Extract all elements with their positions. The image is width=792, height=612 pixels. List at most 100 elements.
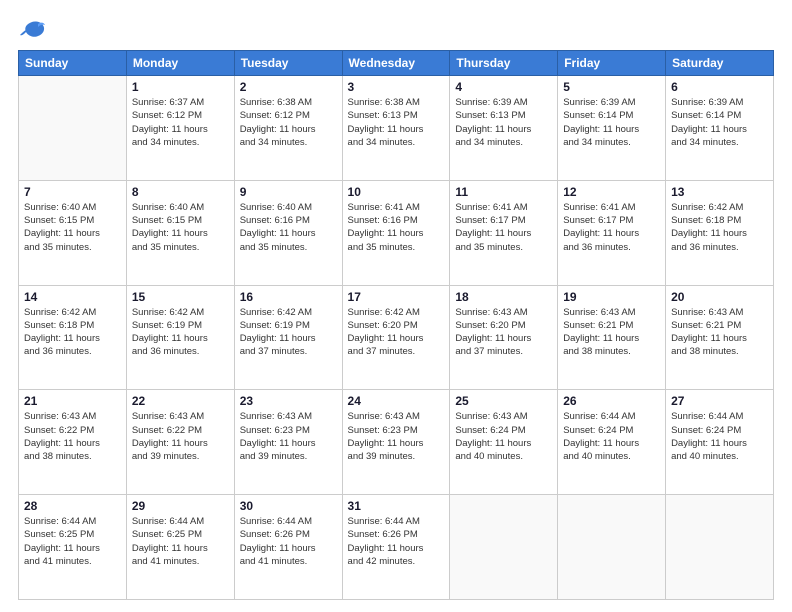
calendar-cell: 2 Sunrise: 6:38 AM Sunset: 6:12 PM Daylig…	[234, 76, 342, 181]
calendar-cell: 11 Sunrise: 6:41 AM Sunset: 6:17 PM Dayli…	[450, 180, 558, 285]
day-info: Sunrise: 6:42 AM Sunset: 6:19 PM Dayligh…	[240, 306, 337, 359]
day-number: 14	[24, 290, 121, 304]
day-number: 6	[671, 80, 768, 94]
day-info: Sunrise: 6:40 AM Sunset: 6:15 PM Dayligh…	[24, 201, 121, 254]
day-number: 19	[563, 290, 660, 304]
calendar-day-header: Monday	[126, 51, 234, 76]
calendar-cell	[19, 76, 127, 181]
calendar-cell	[666, 495, 774, 600]
day-number: 2	[240, 80, 337, 94]
day-number: 7	[24, 185, 121, 199]
calendar-day-header: Tuesday	[234, 51, 342, 76]
calendar-cell: 10Sunrise: 6:41 AM Sunset: 6:16 PM Dayli…	[342, 180, 450, 285]
calendar-cell: 29Sunrise: 6:44 AM Sunset: 6:25 PM Dayli…	[126, 495, 234, 600]
calendar-cell: 25 Sunrise: 6:43 AM Sunset: 6:24 PM Dayli…	[450, 390, 558, 495]
day-number: 25	[455, 394, 552, 408]
day-info: Sunrise: 6:39 AM Sunset: 6:14 PM Dayligh…	[671, 96, 768, 149]
calendar-cell: 21 Sunrise: 6:43 AM Sunset: 6:22 PM Dayli…	[19, 390, 127, 495]
day-info: Sunrise: 6:44 AM Sunset: 6:25 PM Dayligh…	[24, 515, 121, 568]
day-number: 9	[240, 185, 337, 199]
calendar-cell: 23 Sunrise: 6:43 AM Sunset: 6:23 PM Dayli…	[234, 390, 342, 495]
day-info: Sunrise: 6:38 AM Sunset: 6:12 PM Dayligh…	[240, 96, 337, 149]
calendar-day-header: Saturday	[666, 51, 774, 76]
day-number: 26	[563, 394, 660, 408]
day-number: 5	[563, 80, 660, 94]
calendar-cell: 14 Sunrise: 6:42 AM Sunset: 6:18 PM Dayli…	[19, 285, 127, 390]
calendar-cell: 8 Sunrise: 6:40 AM Sunset: 6:15 PM Daylig…	[126, 180, 234, 285]
logo-icon	[18, 18, 46, 40]
day-number: 30	[240, 499, 337, 513]
calendar-cell: 3 Sunrise: 6:38 AM Sunset: 6:13 PM Daylig…	[342, 76, 450, 181]
calendar-cell: 28 Sunrise: 6:44 AM Sunset: 6:25 PM Dayli…	[19, 495, 127, 600]
day-number: 8	[132, 185, 229, 199]
calendar-week-row: 1 Sunrise: 6:37 AM Sunset: 6:12 PM Daylig…	[19, 76, 774, 181]
header	[18, 18, 774, 40]
day-info: Sunrise: 6:43 AM Sunset: 6:21 PM Dayligh…	[563, 306, 660, 359]
calendar-cell: 6 Sunrise: 6:39 AM Sunset: 6:14 PM Daylig…	[666, 76, 774, 181]
day-info: Sunrise: 6:43 AM Sunset: 6:22 PM Dayligh…	[132, 410, 229, 463]
calendar-cell: 15Sunrise: 6:42 AM Sunset: 6:19 PM Dayli…	[126, 285, 234, 390]
day-info: Sunrise: 6:42 AM Sunset: 6:18 PM Dayligh…	[671, 201, 768, 254]
day-number: 18	[455, 290, 552, 304]
day-info: Sunrise: 6:42 AM Sunset: 6:20 PM Dayligh…	[348, 306, 445, 359]
day-number: 24	[348, 394, 445, 408]
calendar-table: SundayMondayTuesdayWednesdayThursdayFrid…	[18, 50, 774, 600]
day-info: Sunrise: 6:43 AM Sunset: 6:20 PM Dayligh…	[455, 306, 552, 359]
day-info: Sunrise: 6:43 AM Sunset: 6:23 PM Dayligh…	[348, 410, 445, 463]
day-info: Sunrise: 6:43 AM Sunset: 6:24 PM Dayligh…	[455, 410, 552, 463]
calendar-day-header: Friday	[558, 51, 666, 76]
calendar-day-header: Sunday	[19, 51, 127, 76]
calendar-week-row: 21 Sunrise: 6:43 AM Sunset: 6:22 PM Dayli…	[19, 390, 774, 495]
day-number: 23	[240, 394, 337, 408]
day-number: 15	[132, 290, 229, 304]
day-number: 13	[671, 185, 768, 199]
calendar-cell: 7 Sunrise: 6:40 AM Sunset: 6:15 PM Daylig…	[19, 180, 127, 285]
calendar-cell: 16 Sunrise: 6:42 AM Sunset: 6:19 PM Dayli…	[234, 285, 342, 390]
day-info: Sunrise: 6:44 AM Sunset: 6:25 PM Dayligh…	[132, 515, 229, 568]
logo	[18, 18, 48, 40]
calendar-cell: 17Sunrise: 6:42 AM Sunset: 6:20 PM Dayli…	[342, 285, 450, 390]
calendar-cell: 9 Sunrise: 6:40 AM Sunset: 6:16 PM Daylig…	[234, 180, 342, 285]
day-number: 31	[348, 499, 445, 513]
day-info: Sunrise: 6:41 AM Sunset: 6:17 PM Dayligh…	[455, 201, 552, 254]
day-info: Sunrise: 6:43 AM Sunset: 6:23 PM Dayligh…	[240, 410, 337, 463]
day-number: 1	[132, 80, 229, 94]
day-info: Sunrise: 6:41 AM Sunset: 6:17 PM Dayligh…	[563, 201, 660, 254]
day-number: 20	[671, 290, 768, 304]
calendar-week-row: 28 Sunrise: 6:44 AM Sunset: 6:25 PM Dayli…	[19, 495, 774, 600]
calendar-cell: 20 Sunrise: 6:43 AM Sunset: 6:21 PM Dayli…	[666, 285, 774, 390]
day-info: Sunrise: 6:39 AM Sunset: 6:13 PM Dayligh…	[455, 96, 552, 149]
calendar-cell: 31Sunrise: 6:44 AM Sunset: 6:26 PM Dayli…	[342, 495, 450, 600]
day-info: Sunrise: 6:38 AM Sunset: 6:13 PM Dayligh…	[348, 96, 445, 149]
day-info: Sunrise: 6:43 AM Sunset: 6:21 PM Dayligh…	[671, 306, 768, 359]
day-info: Sunrise: 6:44 AM Sunset: 6:24 PM Dayligh…	[563, 410, 660, 463]
calendar-cell: 26 Sunrise: 6:44 AM Sunset: 6:24 PM Dayli…	[558, 390, 666, 495]
calendar-day-header: Wednesday	[342, 51, 450, 76]
day-number: 10	[348, 185, 445, 199]
calendar-cell: 24 Sunrise: 6:43 AM Sunset: 6:23 PM Dayli…	[342, 390, 450, 495]
calendar-cell: 19 Sunrise: 6:43 AM Sunset: 6:21 PM Dayli…	[558, 285, 666, 390]
calendar-cell: 27Sunrise: 6:44 AM Sunset: 6:24 PM Dayli…	[666, 390, 774, 495]
calendar-cell: 13 Sunrise: 6:42 AM Sunset: 6:18 PM Dayli…	[666, 180, 774, 285]
calendar-cell: 18 Sunrise: 6:43 AM Sunset: 6:20 PM Dayli…	[450, 285, 558, 390]
calendar-cell: 1 Sunrise: 6:37 AM Sunset: 6:12 PM Daylig…	[126, 76, 234, 181]
day-number: 3	[348, 80, 445, 94]
day-info: Sunrise: 6:42 AM Sunset: 6:18 PM Dayligh…	[24, 306, 121, 359]
calendar-cell	[558, 495, 666, 600]
day-info: Sunrise: 6:40 AM Sunset: 6:15 PM Dayligh…	[132, 201, 229, 254]
day-number: 4	[455, 80, 552, 94]
page: SundayMondayTuesdayWednesdayThursdayFrid…	[0, 0, 792, 612]
calendar-week-row: 14 Sunrise: 6:42 AM Sunset: 6:18 PM Dayli…	[19, 285, 774, 390]
day-info: Sunrise: 6:37 AM Sunset: 6:12 PM Dayligh…	[132, 96, 229, 149]
day-number: 16	[240, 290, 337, 304]
day-number: 11	[455, 185, 552, 199]
day-number: 28	[24, 499, 121, 513]
calendar-cell: 30 Sunrise: 6:44 AM Sunset: 6:26 PM Dayli…	[234, 495, 342, 600]
day-number: 21	[24, 394, 121, 408]
day-info: Sunrise: 6:40 AM Sunset: 6:16 PM Dayligh…	[240, 201, 337, 254]
day-info: Sunrise: 6:44 AM Sunset: 6:26 PM Dayligh…	[240, 515, 337, 568]
calendar-week-row: 7 Sunrise: 6:40 AM Sunset: 6:15 PM Daylig…	[19, 180, 774, 285]
day-info: Sunrise: 6:43 AM Sunset: 6:22 PM Dayligh…	[24, 410, 121, 463]
calendar-cell: 5Sunrise: 6:39 AM Sunset: 6:14 PM Daylig…	[558, 76, 666, 181]
calendar-header-row: SundayMondayTuesdayWednesdayThursdayFrid…	[19, 51, 774, 76]
